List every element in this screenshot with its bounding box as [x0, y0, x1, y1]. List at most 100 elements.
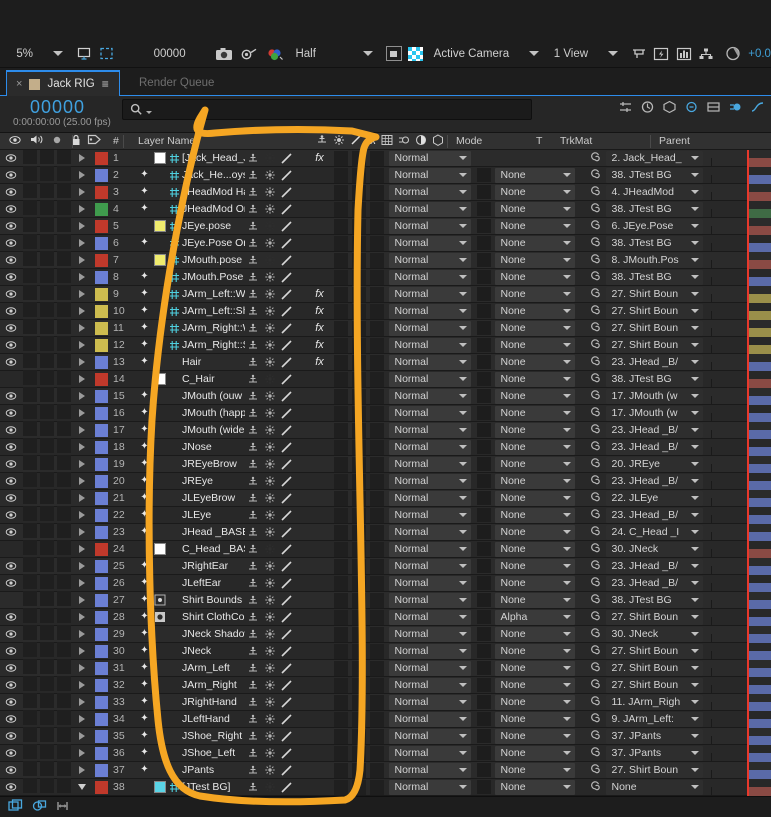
layer-solo-toggle[interactable] [39, 659, 56, 677]
layer-trkmat-swatch[interactable] [473, 678, 495, 692]
layer-trkmat-dropdown[interactable]: None [494, 405, 583, 421]
layer-lock-toggle[interactable] [56, 438, 72, 456]
layer-mode-dropdown[interactable]: Normal [385, 745, 473, 761]
layer-mode-dropdown[interactable]: Normal [385, 541, 473, 557]
table-row[interactable]: 3 ✦ JHeadMod Handle Normal None4. JHeadMod [0, 183, 771, 209]
layer-trkmat-swatch[interactable] [473, 661, 495, 675]
layer-lock-toggle[interactable] [56, 336, 72, 354]
layer-name[interactable]: JRightHand [182, 696, 245, 708]
layer-switches[interactable] [245, 186, 307, 199]
layer-expand-triangle[interactable] [72, 784, 92, 790]
layer-color-swatch[interactable] [92, 474, 111, 488]
table-row[interactable]: 35 ✦ JShoe_Right Normal None 37. JPants [0, 727, 771, 753]
layer-trkmat-swatch[interactable] [473, 355, 495, 369]
layer-lock-toggle[interactable] [56, 183, 72, 201]
stretch-handle-icon[interactable] [56, 799, 69, 816]
camera-snapshot-icon[interactable] [215, 47, 234, 61]
table-row[interactable]: 26 ✦ JLeftEar Normal None 23. JHead _B/ [0, 574, 771, 600]
layer-switch-boxes[interactable] [333, 269, 385, 285]
layer-parent-cell[interactable]: 38. JTest BG [583, 235, 709, 251]
layer-expand-triangle[interactable] [72, 460, 92, 468]
layer-audio-toggle[interactable] [22, 336, 39, 354]
layer-lock-toggle[interactable] [56, 302, 72, 320]
layer-name[interactable]: JPants [182, 764, 245, 776]
layer-audio-toggle[interactable] [22, 608, 39, 626]
layer-parent-cell[interactable]: 38. JTest BG [583, 201, 709, 217]
3d-layer-icon[interactable] [432, 133, 444, 149]
layer-name[interactable]: Shirt Bounds [182, 594, 245, 606]
layer-expand-triangle[interactable] [72, 375, 92, 383]
layer-name[interactable]: JArm_Left::Wrist [182, 288, 245, 300]
layer-parent-cell[interactable]: 27. Shirt Boun [583, 660, 709, 676]
layer-mode-dropdown[interactable]: Normal [385, 252, 473, 268]
live-update-icon[interactable] [640, 100, 655, 117]
table-row[interactable]: 28 ✦ Shirt ClothColor Normal Alpha27. Shirt … [0, 608, 771, 634]
layer-mode-dropdown[interactable]: Normal [385, 677, 473, 693]
layer-switch-boxes[interactable] [333, 320, 385, 336]
layer-parent-cell[interactable]: 23. JHead _B/ [583, 507, 709, 523]
layer-solo-toggle[interactable] [39, 506, 56, 524]
layer-switches[interactable] [245, 458, 307, 471]
table-row[interactable]: 17 ✦ JMouth (wide open) Normal None23. JHead… [0, 421, 771, 447]
layer-trkmat-dropdown[interactable]: Alpha [494, 609, 583, 625]
layer-expand-triangle[interactable] [72, 749, 92, 757]
layer-mode-dropdown[interactable]: Normal [385, 490, 473, 506]
layer-mode-dropdown[interactable]: Normal [385, 524, 473, 540]
layer-mode-dropdown[interactable]: Normal [385, 184, 473, 200]
layer-mode-dropdown[interactable]: Normal [385, 694, 473, 710]
channel-color-icon[interactable] [266, 47, 285, 61]
layer-switches[interactable] [245, 254, 307, 267]
layer-name[interactable]: Hair [182, 356, 245, 368]
layer-switches[interactable] [245, 424, 307, 437]
layer-fx-indicator[interactable]: fx [307, 322, 333, 334]
layer-color-swatch[interactable] [92, 185, 111, 199]
layer-name[interactable]: JMouth.pose [182, 254, 245, 266]
layer-name[interactable]: JLEyeBrow [182, 492, 245, 504]
layer-lock-toggle[interactable] [56, 472, 72, 490]
layer-audio-toggle[interactable] [22, 455, 39, 473]
motion-blur-switch-icon[interactable] [398, 134, 410, 149]
layer-visibility-toggle[interactable] [0, 764, 22, 776]
layer-visibility-toggle[interactable] [0, 611, 22, 623]
layer-switch-boxes[interactable] [333, 184, 385, 200]
layer-color-swatch[interactable] [92, 695, 111, 709]
layer-trkmat-swatch[interactable] [473, 423, 495, 437]
table-row[interactable]: 31 ✦ JArm_Left Normal None 27. Shirt Boun [0, 659, 771, 685]
layer-trkmat-dropdown[interactable]: None [494, 184, 583, 200]
layer-visibility-toggle[interactable] [0, 271, 22, 283]
layer-switch-boxes[interactable] [333, 626, 385, 642]
layer-trkmat-swatch[interactable] [473, 236, 495, 250]
layer-solo-toggle[interactable] [39, 302, 56, 320]
table-row[interactable]: 32 ✦ JArm_Right Normal None 27. Shirt Boun [0, 676, 771, 702]
layer-color-swatch[interactable] [92, 610, 111, 624]
table-row[interactable]: 16 ✦ JMouth (happy close) Normal None17. JMo… [0, 404, 771, 430]
table-row[interactable]: 25 ✦ JRightEar Normal None 23. JHead _B/ [0, 557, 771, 583]
video-eye-icon[interactable] [9, 134, 21, 149]
layer-visibility-toggle[interactable] [0, 390, 22, 402]
timeline-icon[interactable] [631, 47, 647, 61]
layer-mode-dropdown[interactable]: Normal [385, 728, 473, 744]
layer-visibility-toggle[interactable] [0, 288, 22, 300]
layer-lock-toggle[interactable] [56, 523, 72, 541]
layer-trkmat-swatch[interactable] [473, 270, 495, 284]
layer-solo-toggle[interactable] [39, 150, 56, 167]
layer-visibility-toggle[interactable] [0, 424, 22, 436]
layer-trkmat-swatch[interactable] [473, 593, 495, 607]
table-row[interactable]: 10 ✦ JArm_Left::Shoulder fx Normal None27. Sh… [0, 302, 771, 328]
layer-name[interactable]: Shirt ClothColor [182, 611, 245, 623]
layer-trkmat-dropdown[interactable]: None [494, 507, 583, 523]
layer-fx-indicator[interactable]: fx [307, 288, 333, 300]
layer-lock-toggle[interactable] [56, 506, 72, 524]
layer-lock-toggle[interactable] [56, 404, 72, 422]
layer-expand-triangle[interactable] [72, 732, 92, 740]
layer-name[interactable]: JNeck Shadow [182, 628, 245, 640]
layer-lock-toggle[interactable] [56, 166, 72, 184]
tab-render-queue[interactable]: Render Queue [130, 70, 223, 96]
layer-audio-toggle[interactable] [22, 421, 39, 439]
layer-solo-toggle[interactable] [39, 370, 56, 388]
layer-switch-boxes[interactable] [333, 677, 385, 693]
layer-mode-dropdown[interactable]: Normal [385, 609, 473, 625]
layer-name[interactable]: JArm_Right::Wrist [182, 322, 245, 334]
layer-trkmat-dropdown[interactable]: None [494, 575, 583, 591]
layer-mode-dropdown[interactable]: Normal [385, 473, 473, 489]
